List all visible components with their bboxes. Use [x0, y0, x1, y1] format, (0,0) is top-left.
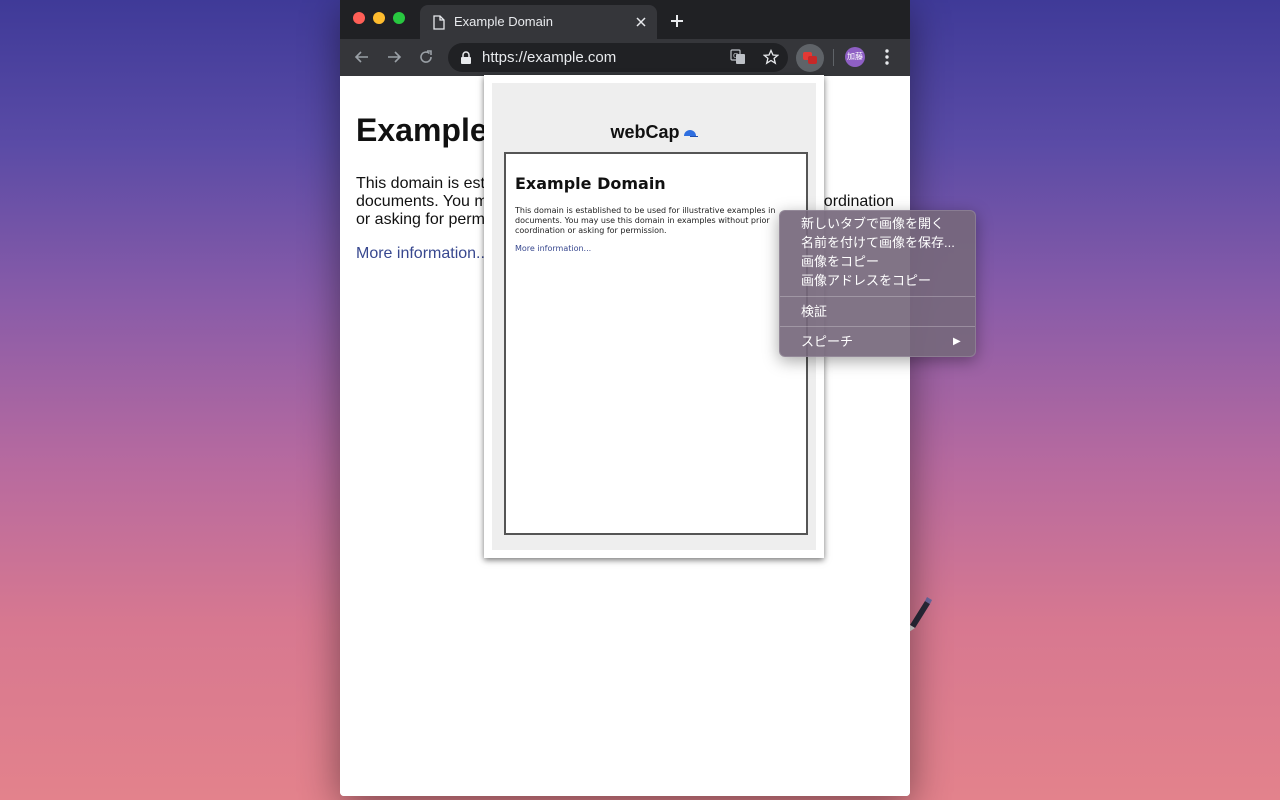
- tab-example-domain[interactable]: Example Domain: [420, 5, 657, 39]
- brand-name: webCap: [610, 122, 680, 142]
- webcap-extension-icon: [803, 52, 817, 64]
- toolbar: https://example.com G 加藤: [340, 39, 910, 76]
- window-close-button[interactable]: [353, 12, 365, 24]
- star-icon[interactable]: [763, 49, 779, 65]
- translate-icon[interactable]: G: [730, 49, 746, 65]
- back-arrow-icon[interactable]: [353, 48, 371, 66]
- menu-item-copy-image-address[interactable]: 画像アドレスをコピー: [801, 271, 971, 290]
- reload-icon[interactable]: [417, 48, 435, 66]
- preview-title: Example Domain: [515, 174, 666, 193]
- avatar[interactable]: 加藤: [845, 47, 865, 67]
- menu-item-copy-image[interactable]: 画像をコピー: [801, 252, 971, 271]
- preview-more-link: More information...: [515, 244, 592, 253]
- screenshot-preview-image[interactable]: Example Domain This domain is establishe…: [504, 152, 808, 535]
- menu-item-speech-label: スピーチ: [801, 334, 854, 349]
- more-info-link[interactable]: More information...: [356, 245, 489, 263]
- context-menu: 新しいタブで画像を開く 名前を付けて画像を保存... 画像をコピー 画像アドレス…: [779, 210, 976, 357]
- cap-icon: [683, 130, 698, 137]
- close-icon[interactable]: [634, 15, 648, 29]
- menu-item-save-image-as[interactable]: 名前を付けて画像を保存...: [801, 233, 971, 252]
- submenu-arrow-icon: ▶: [953, 336, 961, 347]
- menu-separator: [780, 296, 975, 297]
- menu-item-open-image-new-tab[interactable]: 新しいタブで画像を開く: [801, 214, 971, 233]
- window-minimize-button[interactable]: [373, 12, 385, 24]
- tab-title: Example Domain: [454, 14, 553, 29]
- brand-title: webCap: [492, 122, 816, 143]
- tab-bar: Example Domain: [340, 0, 910, 39]
- document-icon: [433, 15, 445, 30]
- toolbar-divider: [833, 49, 834, 66]
- address-bar[interactable]: https://example.com G: [448, 43, 788, 72]
- more-vert-icon[interactable]: [881, 48, 893, 66]
- svg-text:G: G: [733, 52, 738, 60]
- webcap-popup: webCap Example Domain This domain is est…: [484, 75, 824, 558]
- forward-arrow-icon[interactable]: [385, 48, 403, 66]
- webcap-extension-button[interactable]: [796, 44, 824, 72]
- menu-separator: [780, 326, 975, 327]
- url-text[interactable]: https://example.com: [482, 49, 616, 66]
- menu-item-speech[interactable]: スピーチ ▶: [801, 332, 971, 351]
- window-maximize-button[interactable]: [393, 12, 405, 24]
- menu-item-inspect[interactable]: 検証: [801, 302, 971, 321]
- lock-icon[interactable]: [460, 51, 472, 64]
- preview-paragraph: This domain is established to be used fo…: [515, 206, 776, 235]
- plus-icon[interactable]: [670, 14, 684, 28]
- popup-body: webCap Example Domain This domain is est…: [492, 83, 816, 550]
